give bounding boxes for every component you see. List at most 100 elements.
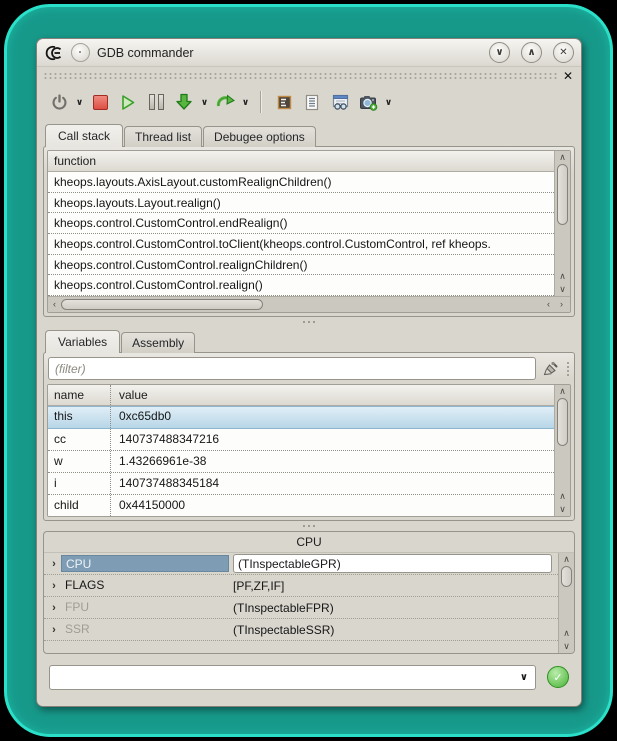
maximize-button[interactable]: ∧ bbox=[521, 42, 542, 63]
stop-icon bbox=[93, 95, 108, 110]
scrollbar-thumb[interactable] bbox=[561, 566, 572, 587]
submit-command-button[interactable]: ✓ bbox=[547, 666, 569, 688]
expand-arrow-icon[interactable]: › bbox=[47, 580, 61, 592]
expand-arrow-icon[interactable]: › bbox=[47, 624, 61, 636]
callstack-row[interactable]: kheops.layouts.AxisLayout.customRealignC… bbox=[48, 172, 554, 193]
snapshot-button[interactable] bbox=[355, 89, 381, 115]
expand-arrow-icon[interactable]: › bbox=[47, 602, 61, 614]
register-name[interactable]: CPU bbox=[61, 555, 229, 572]
watch-window-button[interactable] bbox=[327, 89, 353, 115]
tab-call-stack[interactable]: Call stack bbox=[45, 124, 123, 147]
callstack-column-header[interactable]: function bbox=[48, 151, 554, 172]
filter-row bbox=[47, 356, 571, 384]
scroll-up-icon[interactable]: ∧ bbox=[559, 627, 574, 640]
debug-toolbar: ∨ ∨ ∨ bbox=[37, 83, 581, 121]
scroll-up-icon[interactable]: ∧ bbox=[555, 151, 570, 164]
snapshot-dropdown-icon[interactable]: ∨ bbox=[383, 97, 394, 108]
grip-dots[interactable] bbox=[43, 71, 557, 81]
scrollbar-thumb[interactable] bbox=[61, 299, 263, 310]
variable-row[interactable]: child 0x44150000 bbox=[48, 495, 554, 516]
stop-button[interactable] bbox=[87, 89, 113, 115]
variables-panel: name value this 0xc65db0 cc 140737488347… bbox=[43, 352, 575, 521]
scrollbar-thumb[interactable] bbox=[557, 398, 568, 446]
close-icon: ✕ bbox=[559, 47, 567, 58]
scroll-down-icon[interactable]: ∨ bbox=[555, 503, 570, 516]
clear-filter-button[interactable] bbox=[542, 360, 560, 378]
variable-name: i bbox=[48, 473, 111, 494]
step-dropdown-icon[interactable]: ∨ bbox=[199, 97, 210, 108]
scroll-down-icon[interactable]: ∨ bbox=[555, 283, 570, 296]
filter-input[interactable] bbox=[48, 357, 536, 380]
chevron-down-icon[interactable]: ∨ bbox=[520, 672, 528, 683]
minimize-button[interactable]: ∨ bbox=[489, 42, 510, 63]
variable-row[interactable]: this 0xc65db0 bbox=[48, 406, 554, 429]
register-row[interactable]: › CPU bbox=[44, 553, 558, 575]
dock-grip[interactable]: ✕ bbox=[43, 68, 575, 83]
register-row[interactable]: › FPU (TInspectableFPR) bbox=[44, 597, 558, 619]
call-stack-panel: function kheops.layouts.AxisLayout.custo… bbox=[43, 146, 575, 317]
register-row[interactable]: › FLAGS [PF,ZF,IF] bbox=[44, 575, 558, 597]
app-logo-icon bbox=[44, 45, 64, 61]
callstack-row[interactable]: kheops.control.CustomControl.toClient(kh… bbox=[48, 234, 554, 255]
check-icon: ✓ bbox=[553, 671, 562, 684]
step-over-dropdown-icon[interactable]: ∨ bbox=[240, 97, 251, 108]
callstack-vertical-scrollbar[interactable]: ∧ ∧ ∨ bbox=[554, 151, 570, 296]
pause-icon bbox=[149, 94, 164, 110]
cpu-vertical-scrollbar[interactable]: ∧ ∧ ∨ bbox=[558, 553, 574, 653]
callstack-row[interactable]: kheops.control.CustomControl.endRealign(… bbox=[48, 213, 554, 234]
tab-debugee-options[interactable]: Debugee options bbox=[203, 126, 316, 147]
scroll-up-icon[interactable]: ∧ bbox=[555, 270, 570, 283]
splitter-handle[interactable] bbox=[37, 521, 581, 531]
run-button[interactable] bbox=[115, 89, 141, 115]
expand-arrow-icon[interactable]: › bbox=[47, 558, 61, 570]
variable-row[interactable]: cc 140737488347216 bbox=[48, 429, 554, 451]
window-title: GDB commander bbox=[97, 46, 194, 60]
scroll-up-icon[interactable]: ∧ bbox=[559, 553, 574, 566]
chip-icon bbox=[276, 94, 293, 111]
variable-row[interactable]: i 140737488345184 bbox=[48, 473, 554, 495]
callstack-row[interactable]: kheops.control.CustomControl.realign() bbox=[48, 275, 554, 296]
titlebar[interactable]: GDB commander ∨ ∧ ✕ bbox=[37, 39, 581, 67]
command-combobox[interactable]: ∨ bbox=[49, 665, 536, 690]
power-button[interactable] bbox=[46, 89, 72, 115]
variables-table: name value this 0xc65db0 cc 140737488347… bbox=[47, 384, 571, 517]
scroll-right-icon[interactable]: › bbox=[555, 297, 568, 312]
power-dropdown-icon[interactable]: ∨ bbox=[74, 97, 85, 108]
splitter-dots-icon bbox=[308, 321, 310, 323]
register-row[interactable]: › SSR (TInspectableSSR) bbox=[44, 619, 558, 641]
close-button[interactable]: ✕ bbox=[553, 42, 574, 63]
callstack-row[interactable]: kheops.layouts.Layout.realign() bbox=[48, 193, 554, 214]
step-over-button[interactable] bbox=[212, 89, 238, 115]
window-menu-button[interactable] bbox=[71, 43, 90, 62]
menu-dot-icon bbox=[79, 51, 81, 53]
splitter-handle[interactable] bbox=[37, 317, 581, 327]
scroll-left-icon[interactable]: ‹ bbox=[542, 297, 555, 312]
column-header-name[interactable]: name bbox=[48, 385, 111, 405]
tab-thread-list[interactable]: Thread list bbox=[124, 126, 202, 147]
register-value: [PF,ZF,IF] bbox=[229, 579, 558, 593]
callstack-horizontal-scrollbar[interactable]: ‹ ‹ › bbox=[48, 296, 570, 312]
panel-grip-dots[interactable] bbox=[566, 361, 570, 377]
register-name[interactable]: SSR bbox=[61, 621, 229, 638]
callstack-row[interactable]: kheops.control.CustomControl.realignChil… bbox=[48, 255, 554, 276]
dock-close-button[interactable]: ✕ bbox=[557, 71, 575, 81]
variable-row[interactable]: w 1.43266961e-38 bbox=[48, 451, 554, 473]
register-name[interactable]: FPU bbox=[61, 599, 229, 616]
message-list-button[interactable] bbox=[299, 89, 325, 115]
column-header-value[interactable]: value bbox=[111, 385, 554, 405]
variable-value: 140737488347216 bbox=[111, 429, 554, 450]
register-name[interactable]: FLAGS bbox=[61, 577, 229, 594]
power-icon bbox=[51, 94, 68, 111]
scroll-down-icon[interactable]: ∨ bbox=[559, 640, 574, 653]
tab-assembly[interactable]: Assembly bbox=[121, 332, 195, 353]
step-button[interactable] bbox=[171, 89, 197, 115]
register-value-input[interactable] bbox=[233, 554, 552, 573]
scrollbar-thumb[interactable] bbox=[557, 164, 568, 225]
cpu-view-button[interactable] bbox=[271, 89, 297, 115]
scroll-up-icon[interactable]: ∧ bbox=[555, 490, 570, 503]
scroll-up-icon[interactable]: ∧ bbox=[555, 385, 570, 398]
variables-vertical-scrollbar[interactable]: ∧ ∧ ∨ bbox=[554, 385, 570, 516]
scroll-left-icon[interactable]: ‹ bbox=[48, 297, 61, 312]
pause-button[interactable] bbox=[143, 89, 169, 115]
tab-variables[interactable]: Variables bbox=[45, 330, 120, 353]
